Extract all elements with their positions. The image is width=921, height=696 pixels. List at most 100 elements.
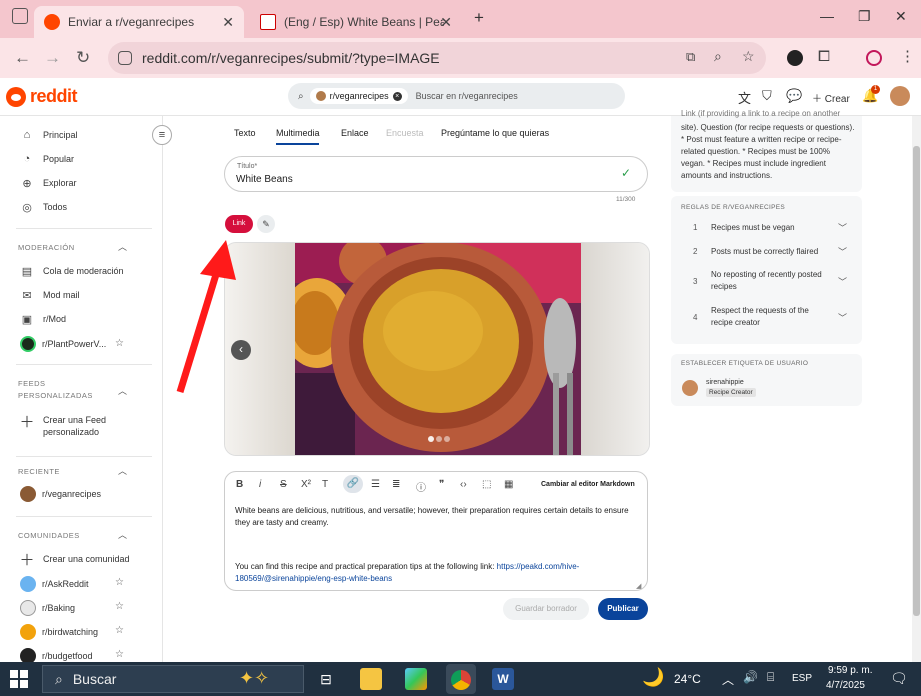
extensions-puzzle-icon[interactable]: ⧠ (818, 48, 830, 65)
rule-item[interactable]: Respect the requests of the recipe creat… (711, 305, 821, 329)
close-tab-icon[interactable]: ✕ (222, 14, 234, 31)
user-avatar[interactable] (890, 86, 910, 106)
sidebar-item-popular[interactable]: ◔ Popular (20, 152, 74, 166)
favorite-star-icon[interactable]: ☆ (115, 625, 124, 636)
minimize-icon[interactable]: — (820, 8, 834, 24)
moderation-section-title[interactable]: MODERACIÓN (18, 242, 75, 254)
rule-item[interactable]: Posts must be correctly flaired (711, 247, 818, 256)
taskbar-search-box[interactable]: ⌕ Buscar ✦✧ (42, 665, 304, 693)
menu-kebab-icon[interactable]: ⋮ (900, 47, 915, 65)
tab-reddit-submit[interactable]: Enviar a r/veganrecipes ✕ (34, 6, 244, 38)
page-scrollbar[interactable] (912, 116, 921, 662)
resize-handle-icon[interactable]: ◢ (636, 582, 641, 590)
chevron-up-icon[interactable]: ︿ (118, 240, 127, 253)
title-field[interactable]: Título* White Beans ✓ (224, 156, 648, 192)
forward-icon[interactable]: → (44, 48, 61, 68)
store-app-icon[interactable] (405, 668, 427, 690)
maximize-icon[interactable]: ❐ (858, 8, 871, 25)
sidebar-item-principal[interactable]: ⌂ Principal (20, 128, 78, 142)
clock-time[interactable]: 9:59 p. m. (828, 665, 872, 676)
bulleted-list-icon[interactable]: ☰ (371, 479, 380, 490)
site-info-icon[interactable] (118, 51, 132, 65)
close-tab-icon[interactable]: ✕ (440, 14, 452, 31)
extension-icon[interactable] (787, 50, 803, 66)
mod-shield-icon[interactable]: ⛉ (762, 88, 772, 104)
search-input[interactable]: ⌕ r/veganrecipes × Buscar en r/veganreci… (288, 83, 625, 109)
quote-icon[interactable]: ❞ (439, 479, 444, 490)
rule-item[interactable]: Recipes must be vegan (711, 223, 795, 232)
scrollbar-thumb[interactable] (913, 146, 920, 616)
sidebar-item-explorar[interactable]: ⊕ Explorar (20, 176, 76, 190)
user-flair-badge[interactable]: Recipe Creator (706, 388, 756, 397)
sidebar-item-birdwatching[interactable]: r/birdwatching (20, 624, 98, 640)
remove-chip-icon[interactable]: × (392, 91, 402, 101)
tab-search-icon[interactable] (12, 8, 28, 24)
volume-icon[interactable]: 🔊 (743, 670, 758, 684)
communities-section-title[interactable]: COMUNIDADES (18, 530, 80, 542)
tab-peakd[interactable]: (Eng / Esp) White Beans | PeakD ✕ (250, 6, 462, 38)
zoom-icon[interactable]: ⌕ (714, 48, 722, 65)
collapse-sidebar-icon[interactable]: ≡ (152, 125, 172, 145)
recent-section-title[interactable]: RECIENTE (18, 466, 60, 478)
rule-item[interactable]: No reposting of recently posted recipes (711, 269, 831, 293)
cast-icon[interactable]: ⧉ (686, 49, 695, 65)
tab-multimedia[interactable]: Multimedia (276, 128, 320, 138)
chevron-down-icon[interactable]: ﹀ (838, 221, 847, 234)
table-icon[interactable]: ▦ (504, 479, 513, 490)
create-button[interactable]: ＋ Crear (812, 90, 850, 105)
profile-icon[interactable] (866, 50, 882, 66)
reload-icon[interactable]: ↻ (76, 48, 90, 68)
tab-texto[interactable]: Texto (234, 128, 256, 138)
heading-icon[interactable]: T (322, 479, 328, 490)
address-bar[interactable]: reddit.com/r/veganrecipes/submit/?type=I… (108, 42, 766, 74)
translate-icon[interactable]: 文 (738, 88, 751, 107)
favorite-star-icon[interactable]: ☆ (115, 649, 124, 660)
close-window-icon[interactable]: ✕ (895, 8, 907, 25)
save-draft-button[interactable]: Guardar borrador (503, 598, 589, 620)
clock-date[interactable]: 4/7/2025 (826, 680, 865, 691)
reddit-logo[interactable]: reddit (6, 86, 78, 107)
tab-ama[interactable]: Pregúntame lo que quieras (441, 128, 549, 138)
new-tab-button[interactable]: + (474, 8, 484, 28)
sidebar-item-budgetfood[interactable]: r/budgetfood (20, 648, 93, 662)
spoiler-icon[interactable]: ⓘ (416, 479, 426, 494)
community-chip[interactable]: r/veganrecipes × (309, 88, 408, 104)
favorite-star-icon[interactable]: ☆ (115, 601, 124, 612)
word-icon[interactable]: W (492, 668, 514, 690)
tray-chevron-icon[interactable]: ︿ (722, 671, 734, 688)
sidebar-item-plantpower[interactable]: r/PlantPowerV... (20, 336, 106, 352)
task-view-icon[interactable]: ⊟ (315, 668, 337, 690)
bookmark-star-icon[interactable]: ☆ (742, 48, 755, 65)
chevron-down-icon[interactable]: ﹀ (838, 275, 847, 288)
code-icon[interactable]: ‹› (460, 479, 467, 490)
sidebar-item-baking[interactable]: r/Baking (20, 600, 75, 616)
sidebar-item-todos[interactable]: ◎ Todos (20, 200, 67, 214)
edit-flair-pencil-icon[interactable]: ✎ (257, 215, 275, 233)
language-indicator[interactable]: ESP (792, 673, 812, 684)
back-icon[interactable]: ← (14, 48, 31, 68)
chevron-up-icon[interactable]: ︿ (118, 464, 127, 477)
chevron-down-icon[interactable]: ﹀ (838, 311, 847, 324)
sidebar-item-veganrecipes[interactable]: r/veganrecipes (20, 486, 101, 502)
chat-icon[interactable]: 💬 (786, 88, 802, 104)
file-explorer-icon[interactable] (360, 668, 382, 690)
windows-start-icon[interactable] (10, 670, 28, 688)
notification-center-icon[interactable]: 🗨 (890, 670, 908, 687)
italic-icon[interactable]: i (259, 479, 261, 490)
numbered-list-icon[interactable]: ≣ (392, 479, 400, 490)
create-feed-button[interactable]: ＋ Crear una Feed personalizado (20, 414, 113, 438)
chevron-down-icon[interactable]: ﹀ (838, 245, 847, 258)
switch-markdown-button[interactable]: Cambiar al editor Markdown (541, 481, 635, 488)
sidebar-item-modqueue[interactable]: ▤ Cola de moderación (20, 264, 124, 278)
sidebar-item-modmail[interactable]: ✉ Mod mail (20, 288, 79, 302)
code-block-icon[interactable]: ⬚ (482, 479, 491, 490)
link-icon[interactable]: 🔗 (343, 475, 363, 493)
favorite-star-icon[interactable]: ☆ (115, 577, 124, 588)
image-carousel[interactable]: ‹ (224, 242, 650, 456)
network-icon[interactable]: ⌸ (767, 670, 774, 685)
sidebar-item-askreddit[interactable]: r/AskReddit (20, 576, 89, 592)
favorite-star-icon[interactable]: ☆ (115, 338, 124, 349)
strikethrough-icon[interactable]: S (280, 479, 287, 490)
create-community-button[interactable]: ＋ Crear una comunidad (20, 552, 130, 569)
sidebar-item-rmod[interactable]: ▣ r/Mod (20, 312, 66, 326)
